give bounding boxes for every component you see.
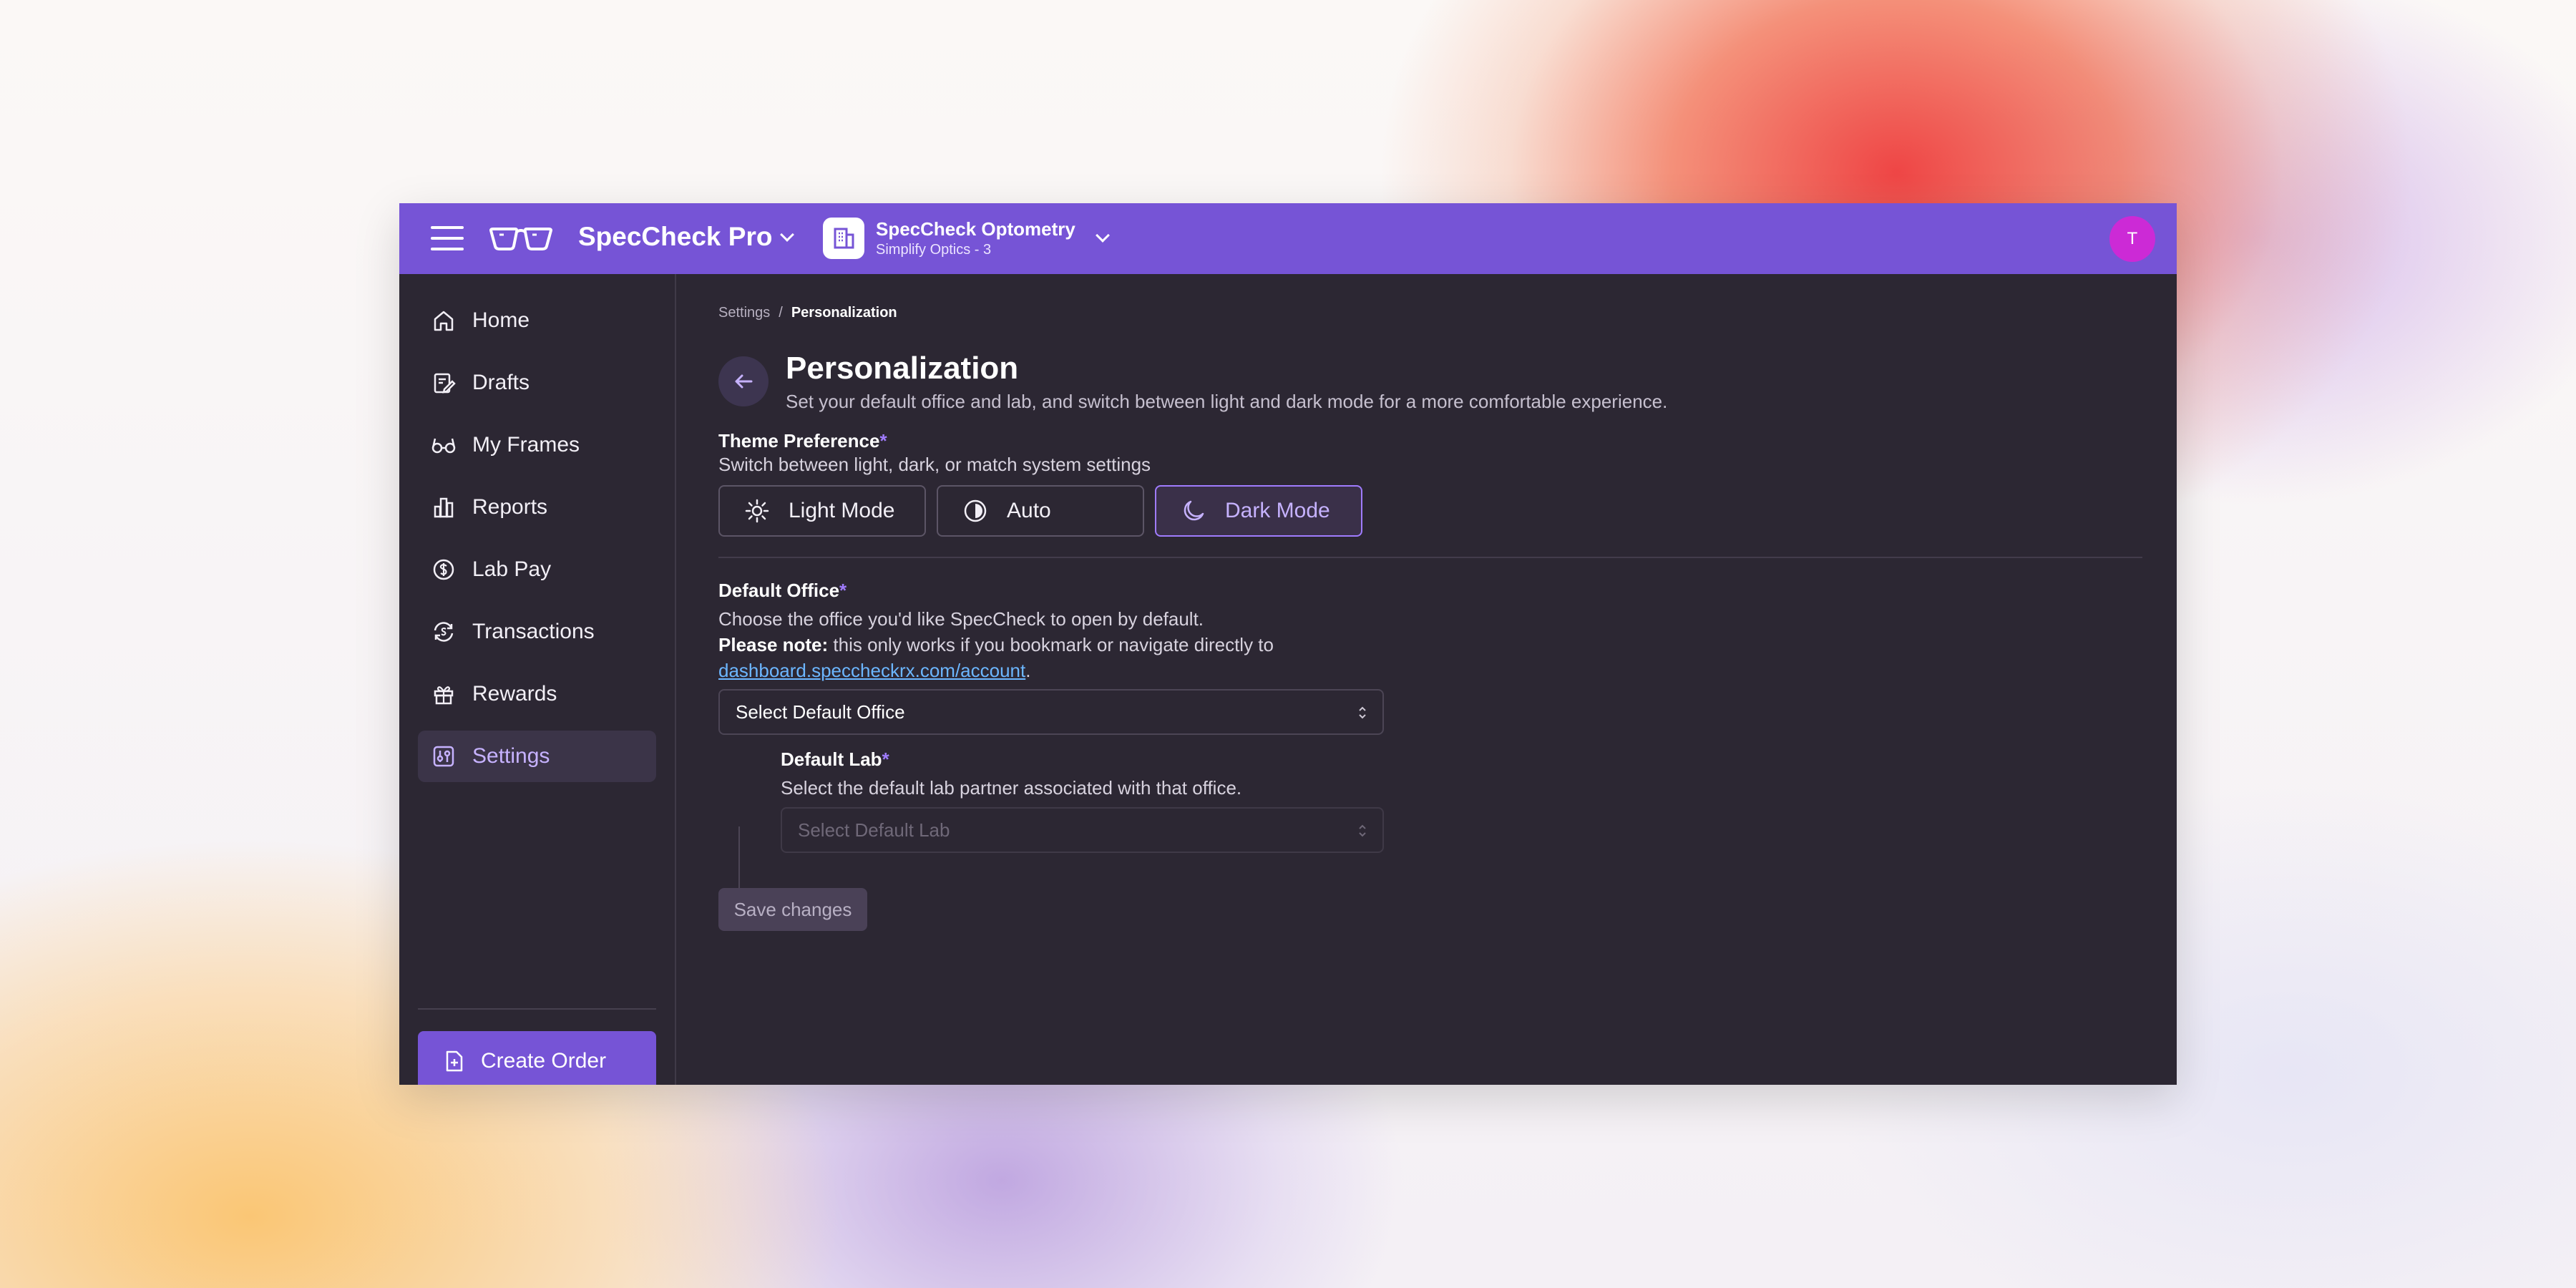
avatar[interactable]: T bbox=[2109, 216, 2155, 262]
sidebar-item-label: Reports bbox=[472, 495, 548, 519]
auto-mode-label: Auto bbox=[1007, 499, 1051, 522]
office-label-text: Default Office bbox=[718, 580, 840, 601]
dashboard-account-link[interactable]: dashboard.speccheckrx.com/account bbox=[718, 660, 1025, 681]
sidebar-item-label: My Frames bbox=[472, 433, 580, 457]
office-chevron-down-icon[interactable] bbox=[1096, 228, 1110, 243]
glasses-logo-icon bbox=[489, 228, 553, 250]
sidebar-item-drafts[interactable]: Drafts bbox=[418, 357, 656, 409]
half-circle-icon bbox=[961, 497, 990, 525]
main-content: Settings / Personalization Personalizati… bbox=[677, 274, 2177, 1085]
theme-label-text: Theme Preference bbox=[718, 430, 880, 452]
sidebar-item-reports[interactable]: Reports bbox=[418, 482, 656, 533]
link-suffix: . bbox=[1025, 660, 1031, 681]
default-office-label: Default Office* bbox=[718, 580, 847, 602]
office-link-line: dashboard.speccheckrx.com/account. bbox=[718, 658, 1274, 683]
sidebar-item-label: Rewards bbox=[472, 682, 557, 706]
app-window: SpecCheck Pro SpecCheck Optometry Simpli… bbox=[399, 203, 2177, 1085]
default-lab-select[interactable]: Select Default Lab bbox=[781, 807, 1384, 853]
sidebar-item-label: Drafts bbox=[472, 371, 530, 394]
hamburger-menu-icon[interactable] bbox=[431, 226, 464, 250]
top-bar: SpecCheck Pro SpecCheck Optometry Simpli… bbox=[399, 203, 2177, 274]
glasses-icon bbox=[429, 431, 458, 459]
breadcrumb: Settings / Personalization bbox=[718, 305, 897, 321]
moon-icon bbox=[1179, 497, 1208, 525]
select-arrows-icon bbox=[1359, 706, 1366, 719]
chevron-down-icon bbox=[780, 228, 795, 242]
bar-chart-icon bbox=[429, 493, 458, 522]
sun-icon bbox=[743, 497, 771, 525]
default-office-select[interactable]: Select Default Office bbox=[718, 689, 1384, 735]
lab-label-text: Default Lab bbox=[781, 748, 882, 770]
office-note: Please note: this only works if you book… bbox=[718, 632, 1274, 658]
default-lab-label: Default Lab* bbox=[781, 748, 889, 771]
required-mark: * bbox=[839, 580, 847, 601]
sidebar-item-lab-pay[interactable]: Lab Pay bbox=[418, 544, 656, 595]
breadcrumb-separator: / bbox=[779, 305, 783, 321]
default-lab-select-placeholder: Select Default Lab bbox=[798, 819, 950, 841]
auto-mode-button[interactable]: Auto bbox=[937, 485, 1144, 537]
drafts-icon bbox=[429, 369, 458, 397]
sidebar-item-label: Home bbox=[472, 308, 530, 332]
back-button[interactable] bbox=[718, 356, 769, 406]
office-name: SpecCheck Optometry bbox=[876, 218, 1075, 240]
create-order-button[interactable]: Create Order bbox=[418, 1031, 656, 1085]
sidebar-item-settings[interactable]: Settings bbox=[418, 731, 656, 782]
select-arrows-icon bbox=[1359, 824, 1366, 837]
page-subtitle: Set your default office and lab, and swi… bbox=[786, 391, 1668, 412]
dollar-icon bbox=[429, 555, 458, 584]
sidebar-item-label: Settings bbox=[472, 744, 550, 768]
default-lab-description: Select the default lab partner associate… bbox=[781, 777, 1242, 799]
dark-mode-button[interactable]: Dark Mode bbox=[1155, 485, 1362, 537]
office-description-line: Choose the office you'd like SpecCheck t… bbox=[718, 608, 1204, 630]
default-office-description: Choose the office you'd like SpecCheck t… bbox=[718, 606, 1274, 683]
gift-icon bbox=[429, 680, 458, 708]
sidebar: Home Drafts My Frames Reports Lab Pay Tr… bbox=[399, 274, 676, 1085]
sidebar-item-transactions[interactable]: Transactions bbox=[418, 606, 656, 658]
save-changes-button[interactable]: Save changes bbox=[718, 888, 867, 931]
sidebar-item-label: Lab Pay bbox=[472, 557, 552, 581]
building-icon bbox=[823, 218, 864, 259]
sidebar-item-home[interactable]: Home bbox=[418, 295, 656, 346]
app-name: SpecCheck Pro bbox=[578, 222, 773, 251]
section-divider bbox=[718, 557, 2142, 558]
transactions-icon bbox=[429, 618, 458, 646]
required-mark: * bbox=[879, 430, 887, 452]
dark-mode-label: Dark Mode bbox=[1225, 499, 1330, 522]
light-mode-button[interactable]: Light Mode bbox=[718, 485, 926, 537]
required-mark: * bbox=[882, 748, 889, 770]
breadcrumb-current: Personalization bbox=[791, 305, 897, 321]
sidebar-divider bbox=[418, 1008, 656, 1010]
page-title: Personalization bbox=[786, 351, 1019, 386]
sidebar-item-rewards[interactable]: Rewards bbox=[418, 668, 656, 720]
new-document-icon bbox=[439, 1047, 468, 1075]
home-icon bbox=[429, 306, 458, 335]
light-mode-label: Light Mode bbox=[789, 499, 895, 522]
create-order-label: Create Order bbox=[481, 1049, 607, 1073]
office-note-text: this only works if you bookmark or navig… bbox=[828, 634, 1274, 655]
theme-description: Switch between light, dark, or match sys… bbox=[718, 454, 1151, 475]
settings-icon bbox=[429, 742, 458, 771]
breadcrumb-settings-link[interactable]: Settings bbox=[718, 305, 770, 321]
theme-preference-label: Theme Preference* bbox=[718, 430, 887, 452]
sidebar-item-label: Transactions bbox=[472, 620, 595, 643]
app-switcher[interactable]: SpecCheck Pro bbox=[578, 222, 795, 252]
office-note-bold: Please note: bbox=[718, 634, 829, 655]
office-subtitle: Simplify Optics - 3 bbox=[876, 242, 992, 258]
office-switcher[interactable]: SpecCheck Optometry Simplify Optics - 3 bbox=[876, 218, 1075, 259]
sidebar-item-my-frames[interactable]: My Frames bbox=[418, 419, 656, 471]
default-office-select-value: Select Default Office bbox=[736, 701, 905, 723]
arrow-left-icon bbox=[735, 374, 753, 389]
